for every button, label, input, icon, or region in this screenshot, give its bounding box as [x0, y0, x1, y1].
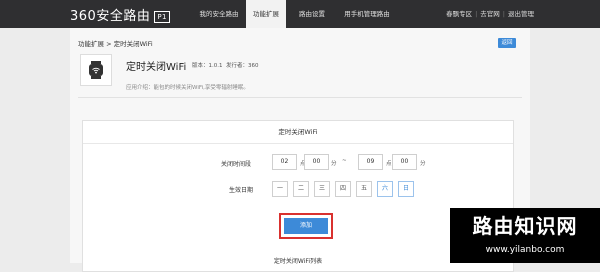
end-minute-input[interactable]: 00	[392, 154, 417, 170]
nav-router-settings[interactable]: 路由设置	[290, 0, 334, 28]
link-official-site[interactable]: 去官网	[480, 10, 500, 18]
link-logout[interactable]: 退出管理	[508, 10, 534, 18]
add-button-highlight: 添加	[279, 213, 333, 239]
day-sat[interactable]: 六	[377, 181, 393, 197]
watermark: 路由知识网 www.yilanbo.com	[450, 208, 600, 263]
link-special-zone[interactable]: 春飘专区	[446, 10, 472, 18]
effective-date-label: 生效日期	[229, 187, 254, 194]
start-hour-input[interactable]: 02	[272, 154, 297, 170]
nav-mobile-manage[interactable]: 用手机管理路由	[336, 0, 398, 28]
back-button[interactable]: 返回	[498, 38, 516, 48]
day-wed[interactable]: 三	[314, 181, 330, 197]
day-fri[interactable]: 五	[356, 181, 372, 197]
section-divider	[78, 97, 522, 98]
divider: |	[475, 10, 478, 18]
nav-my-router[interactable]: 我的安全路由	[190, 0, 248, 28]
brand-logo-text: 360安全路由	[70, 9, 151, 24]
top-navigation-bar: 360安全路由 P1 我的安全路由 功能扩展 路由设置 用手机管理路由 春飘专区 |…	[0, 0, 600, 28]
brand-logo[interactable]: 360安全路由 P1	[70, 5, 171, 24]
start-minute-input[interactable]: 00	[304, 154, 329, 170]
panel-title: 定时关闭WiFi	[83, 121, 513, 144]
day-sun[interactable]: 日	[398, 181, 414, 197]
app-version: 版本：1.0.1	[192, 63, 223, 69]
app-publisher: 发行者：360	[226, 63, 259, 69]
app-title: 定时关闭WiFi	[126, 62, 187, 73]
day-mon[interactable]: 一	[272, 181, 288, 197]
nav-feature-extension[interactable]: 功能扩展	[246, 0, 286, 28]
divider: |	[502, 10, 505, 18]
app-description: 应用介绍：能包的时候关闭WiFi,享受零辐射睡眠。	[126, 85, 249, 91]
top-links: 春飘专区 | 去官网 | 退出管理	[446, 0, 534, 28]
watch-wifi-icon	[80, 54, 112, 86]
end-minute-unit: 分	[420, 161, 426, 167]
day-tue[interactable]: 二	[293, 181, 309, 197]
watermark-url: www.yilanbo.com	[485, 245, 565, 255]
breadcrumb: 功能扩展 > 定时关闭WiFi	[78, 40, 153, 48]
range-separator: ~	[342, 158, 347, 164]
app-meta: 版本：1.0.1 发行者：360	[192, 61, 259, 69]
end-hour-input[interactable]: 09	[358, 154, 383, 170]
timer-list-title: 定时关闭WiFi列表	[273, 258, 323, 265]
model-badge: P1	[154, 10, 171, 23]
watermark-title: 路由知识网	[472, 214, 578, 238]
add-button[interactable]: 添加	[284, 218, 328, 234]
time-range-label: 关闭时间段	[221, 161, 252, 168]
day-thu[interactable]: 四	[335, 181, 351, 197]
start-minute-unit: 分	[331, 161, 337, 167]
end-hour-unit: 点	[386, 161, 392, 167]
